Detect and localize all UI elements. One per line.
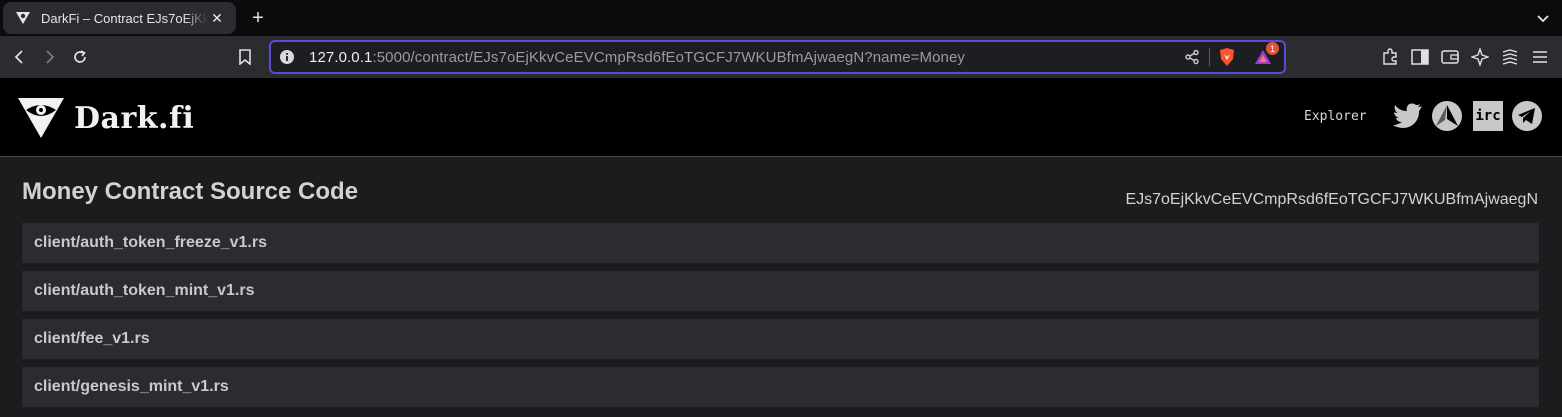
brave-rewards-icon[interactable]: 1	[1252, 42, 1279, 68]
chevron-down-icon[interactable]	[1534, 9, 1552, 27]
nav-explorer-link[interactable]: Explorer	[1304, 109, 1367, 124]
twitter-icon[interactable]	[1392, 100, 1424, 132]
telegram-icon[interactable]	[1511, 100, 1543, 132]
browser-toolbar: 127.0.0.1:5000/contract/EJs7oEjKkvCeEVCm…	[0, 36, 1562, 78]
file-item-auth-token-mint[interactable]: client/auth_token_mint_v1.rs	[22, 271, 1539, 311]
brave-shields-icon[interactable]	[1216, 46, 1238, 68]
close-tab-icon[interactable]: ✕	[208, 9, 226, 27]
notification-badge: 1	[1266, 42, 1279, 55]
irc-icon[interactable]: irc	[1472, 100, 1504, 132]
browser-tabstrip: DarkFi – Contract EJs7oEjKkvCeEVCmpRsd6f…	[0, 0, 1562, 36]
url-path: :5000/contract/EJs7oEjKkvCeEVCmpRsd6fEoT…	[372, 48, 966, 66]
address-bar[interactable]: 127.0.0.1:5000/contract/EJs7oEjKkvCeEVCm…	[269, 40, 1286, 74]
share-icon[interactable]	[1181, 46, 1203, 68]
irc-label: irc	[1473, 101, 1503, 131]
page-title: Money Contract Source Code	[22, 178, 359, 205]
reading-list-icon[interactable]	[1499, 46, 1521, 68]
wallet-icon[interactable]	[1439, 46, 1461, 68]
menu-icon[interactable]	[1529, 46, 1551, 68]
site-header: Dark.fi Explorer irc	[0, 78, 1562, 157]
darkfi-favicon-icon	[15, 10, 31, 26]
file-item-genesis-mint[interactable]: client/genesis_mint_v1.rs	[22, 367, 1539, 407]
url-text[interactable]: 127.0.0.1:5000/contract/EJs7oEjKkvCeEVCm…	[309, 49, 1181, 66]
file-item-fee[interactable]: client/fee_v1.rs	[22, 319, 1539, 359]
back-icon[interactable]	[9, 46, 31, 68]
darkfi-logo[interactable]: Dark.fi	[18, 98, 194, 138]
contract-id: EJs7oEjKkvCeEVCmpRsd6fEoTGCFJ7WKUBfmAjwa…	[1125, 191, 1538, 208]
forward-icon[interactable]	[38, 46, 60, 68]
darkfi-eye-logo-icon	[18, 98, 64, 138]
address-bar-actions: 1	[1181, 42, 1279, 72]
separator	[1209, 48, 1210, 66]
extensions-icon[interactable]	[1379, 46, 1401, 68]
main-content: Money Contract Source Code EJs7oEjKkvCeE…	[0, 158, 1562, 417]
url-host: 127.0.0.1	[309, 48, 373, 66]
leo-ai-icon[interactable]	[1469, 46, 1491, 68]
tab-title: DarkFi – Contract EJs7oEjKkvCeEVCmpRsd6f…	[41, 10, 208, 26]
logo-wordmark: Dark.fi	[74, 100, 195, 136]
codeberg-icon[interactable]	[1431, 100, 1463, 132]
bookmark-icon[interactable]	[234, 46, 256, 68]
site-info-icon[interactable]	[279, 49, 295, 65]
browser-tab-active[interactable]: DarkFi – Contract EJs7oEjKkvCeEVCmpRsd6f…	[3, 2, 236, 34]
reload-icon[interactable]	[69, 46, 91, 68]
new-tab-icon[interactable]: +	[247, 7, 269, 29]
sidebar-icon[interactable]	[1409, 46, 1431, 68]
file-item-auth-token-freeze[interactable]: client/auth_token_freeze_v1.rs	[22, 223, 1539, 263]
source-file-list: client/auth_token_freeze_v1.rs client/au…	[22, 223, 1539, 415]
